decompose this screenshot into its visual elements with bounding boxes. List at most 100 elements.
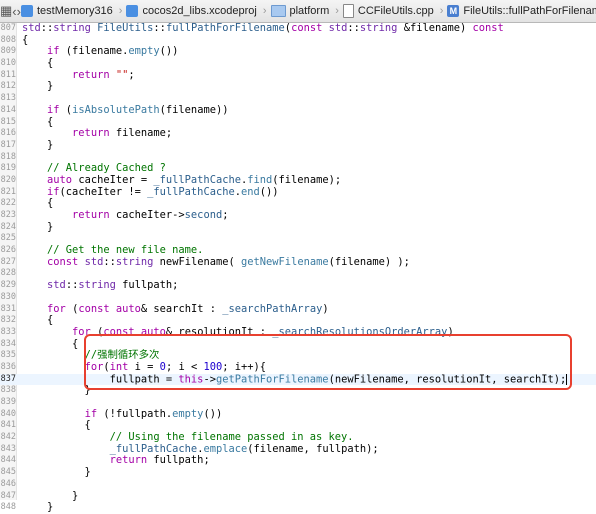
line-number: 843 [0,443,16,454]
line-number: 811 [0,69,16,80]
code-line[interactable]: 812 } [0,81,596,93]
code-token: const [47,255,79,268]
chevron-right-icon: › [118,5,123,17]
code-token: :: [40,22,54,34]
code-token: std [22,22,41,34]
code-editor[interactable]: 807 std::string FileUtils::fullPathForFil… [0,22,596,513]
code-line[interactable]: 809 if (filename.empty()) [0,46,596,58]
breadcrumb-project[interactable]: testMemory316 [20,5,113,17]
code-token: "" [115,68,129,81]
code-line[interactable]: 827 const std::string newFilename( getNe… [0,255,596,269]
code-token: for [47,302,66,315]
code-token: :: [347,22,360,34]
code-token: string [359,22,398,34]
code-token: { [22,33,29,46]
code-line[interactable]: 847 } [0,490,596,503]
code-token: if [47,45,60,58]
line-number: 830 [0,291,16,302]
code-line[interactable]: 823 return cacheIter->second; [0,209,596,222]
code-line[interactable]: 816 return filename; [0,127,596,140]
breadcrumb-subproject[interactable]: cocos2d_libs.xcodeproj [126,5,257,17]
code-token: ()) [203,407,223,420]
code-token: find [247,173,273,186]
line-number: 827 [0,256,16,267]
code-line[interactable]: 846 [0,479,596,491]
code-token: fullpath; [115,279,179,292]
code-line[interactable]: 821 if(cacheIter != _fullPathCache.end()… [0,185,596,199]
code-line[interactable]: 824 } [0,220,596,234]
code-line[interactable]: 845 } [0,466,596,479]
chevron-right-icon: › [335,5,339,17]
code-line[interactable]: 807 std::string FileUtils::fullPathForFil… [0,22,596,35]
code-text: } [22,466,91,479]
code-token: ; [128,68,135,81]
line-number: 846 [0,478,16,489]
breadcrumb-file[interactable]: CCFileUtils.cpp [342,4,434,18]
code-token: :: [65,279,79,292]
code-token: string [53,22,91,34]
code-token: (filename. [59,45,129,58]
code-line[interactable]: 814 if (isAbsolutePath(filename)) [0,104,596,117]
code-token: { [22,314,54,327]
code-token: empty [172,407,204,420]
code-line[interactable]: 848 } [0,501,596,514]
code-token: } [22,220,54,233]
breadcrumb-label: CCFileUtils.cpp [357,5,434,17]
method-icon: M [447,5,460,17]
code-token: auto [115,302,141,315]
line-number: 828 [0,268,16,279]
code-token: // Get the new file name. [47,244,204,257]
code-token: _searchPathArray [222,302,323,315]
code-line[interactable]: 829 std::string fullpath; [0,279,596,292]
code-token: } [22,138,54,151]
code-token: return [72,127,110,140]
line-number: 835 [0,350,16,361]
line-number: 809 [0,46,16,57]
code-token: _fullPathCache [147,185,235,198]
code-token: // Using the filename passed in as key. [109,431,354,444]
code-token: } [22,80,54,93]
code-token: :: [103,255,116,268]
code-token: newFilename( [153,255,242,268]
code-token: _fullPathCache [109,442,198,455]
code-line[interactable]: 817 } [0,138,596,152]
line-number: 808 [0,34,16,45]
line-number: 839 [0,397,16,407]
code-token: return [72,209,110,221]
code-token: second [184,209,223,221]
code-token: fullPathForFilename [165,22,285,34]
line-number: 818 [0,151,16,162]
code-line[interactable]: 831 for (const auto& searchIt : _searchP… [0,302,596,316]
breadcrumb-folder[interactable]: platform [270,5,329,17]
related-items-icon[interactable]: ▦ [0,3,12,19]
line-number: 845 [0,467,16,478]
line-number: 840 [0,408,16,419]
code-token: (filename) ); [328,255,410,268]
code-text: std::string fullpath; [22,279,179,292]
chevron-right-icon: › [262,5,267,17]
chevron-right-icon: › [439,5,444,17]
code-token: string [115,255,154,268]
breadcrumb-symbol[interactable]: M FileUtils::fullPathForFilename(const s… [447,5,596,17]
code-token: } [22,384,91,397]
code-token: (!fullpath. [97,407,173,420]
line-number: 847 [0,490,16,501]
code-token: { [22,419,91,432]
line-number: 848 [0,502,16,513]
code-token: :: [153,22,166,34]
code-text: } [22,384,91,397]
code-token: return [109,454,148,467]
code-token: empty [128,45,160,58]
code-line[interactable]: 811 return ""; [0,68,596,82]
code-token: std [47,279,66,292]
line-number: 819 [0,163,16,174]
code-token: { [22,337,79,350]
code-token: if [47,185,60,198]
line-number: 822 [0,198,16,209]
